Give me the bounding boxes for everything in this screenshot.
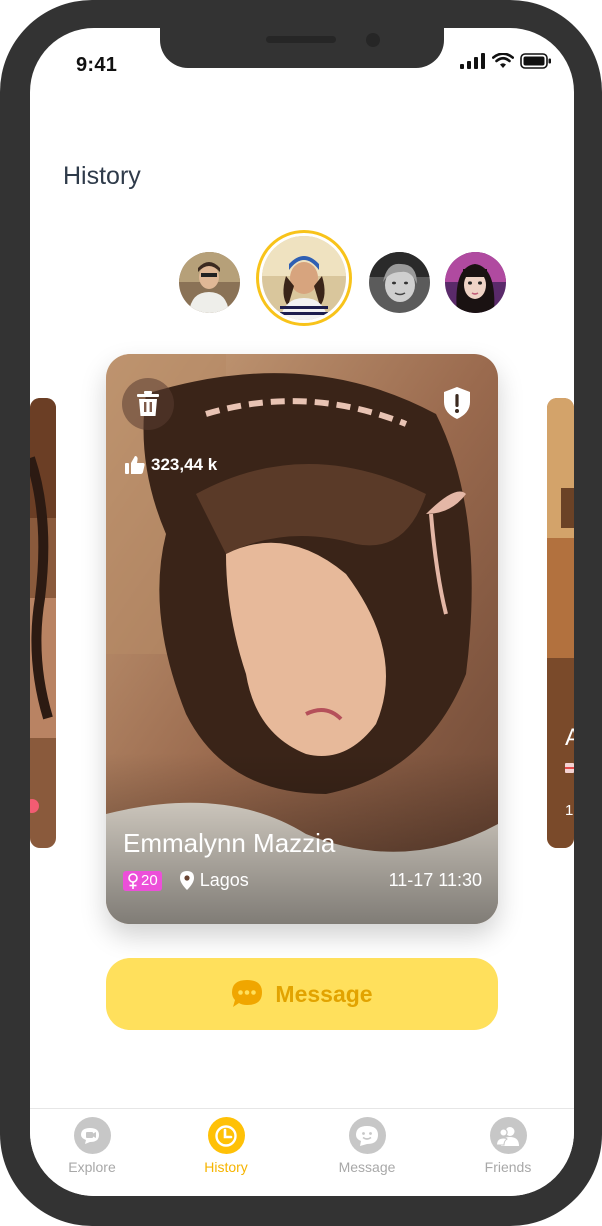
tab-label: History (204, 1159, 248, 1175)
avatar-photo (262, 236, 346, 320)
age-badge: 20 (123, 870, 162, 891)
tab-explore[interactable]: Explore (42, 1117, 142, 1175)
notch (160, 28, 444, 68)
side-card-photo (30, 398, 56, 848)
thumbs-up-icon (125, 456, 145, 474)
clock-icon (207, 1117, 245, 1154)
status-time: 9:41 (76, 54, 118, 76)
tab-label: Explore (68, 1159, 116, 1175)
profile-card-next[interactable]: A 1 (547, 398, 574, 848)
tab-friends[interactable]: Friends (458, 1117, 558, 1175)
avatar-photo (369, 252, 430, 313)
tab-label: Message (338, 1159, 396, 1175)
side-card-photo (547, 398, 574, 848)
next-card-time-partial: 1 (565, 802, 574, 819)
likes-count: 323,44 k (125, 455, 217, 475)
profile-meta: 20 Lagos 11-17 11:30 (123, 870, 482, 891)
profile-card-previous[interactable] (30, 398, 56, 848)
likes-value: 323,44 k (151, 455, 218, 474)
delete-button[interactable] (122, 378, 174, 430)
tab-bar: Explore History Message Friends (30, 1108, 574, 1196)
location: Lagos (179, 870, 249, 891)
story-avatar-3[interactable] (369, 252, 430, 313)
message-button-label: Message (275, 980, 373, 1007)
age-value: 20 (141, 872, 158, 889)
screen: 9:41 History A 1 323,44 k Emmalynn Mazzi… (30, 28, 574, 1196)
video-chat-icon (73, 1117, 111, 1154)
story-avatar-1[interactable] (179, 252, 240, 313)
device-frame: 9:41 History A 1 323,44 k Emmalynn Mazzi… (0, 0, 602, 1226)
report-button[interactable] (442, 386, 472, 420)
tab-message[interactable]: Message (317, 1117, 417, 1175)
trash-icon (137, 391, 159, 416)
wifi-icon (492, 53, 514, 68)
friends-icon (489, 1117, 527, 1154)
battery-icon (520, 53, 551, 69)
chat-smile-icon (348, 1117, 386, 1154)
visit-time: 11-17 11:30 (388, 870, 482, 890)
next-card-name-initial: A (565, 724, 574, 751)
story-avatar-2-active[interactable] (256, 230, 352, 326)
chat-bubble-icon (232, 980, 263, 1007)
status-icons (460, 53, 552, 69)
profile-name: Emmalynn Mazzia (123, 828, 336, 858)
speaker (266, 36, 336, 43)
message-button[interactable]: Message (106, 958, 498, 1030)
signal-icon (460, 53, 485, 69)
tab-label: Friends (484, 1159, 532, 1175)
front-camera (366, 33, 380, 47)
female-icon (128, 872, 138, 889)
location-pin-icon (179, 871, 194, 890)
page-title: History (63, 162, 141, 190)
story-avatar-4[interactable] (445, 252, 506, 313)
location-value: Lagos (199, 870, 249, 890)
avatar-photo (179, 252, 240, 313)
avatar-photo (445, 252, 506, 313)
profile-card[interactable]: 323,44 k Emmalynn Mazzia 20 Lagos 11-17 … (106, 354, 498, 924)
shield-alert-icon (444, 387, 470, 419)
tab-history[interactable]: History (176, 1117, 276, 1175)
